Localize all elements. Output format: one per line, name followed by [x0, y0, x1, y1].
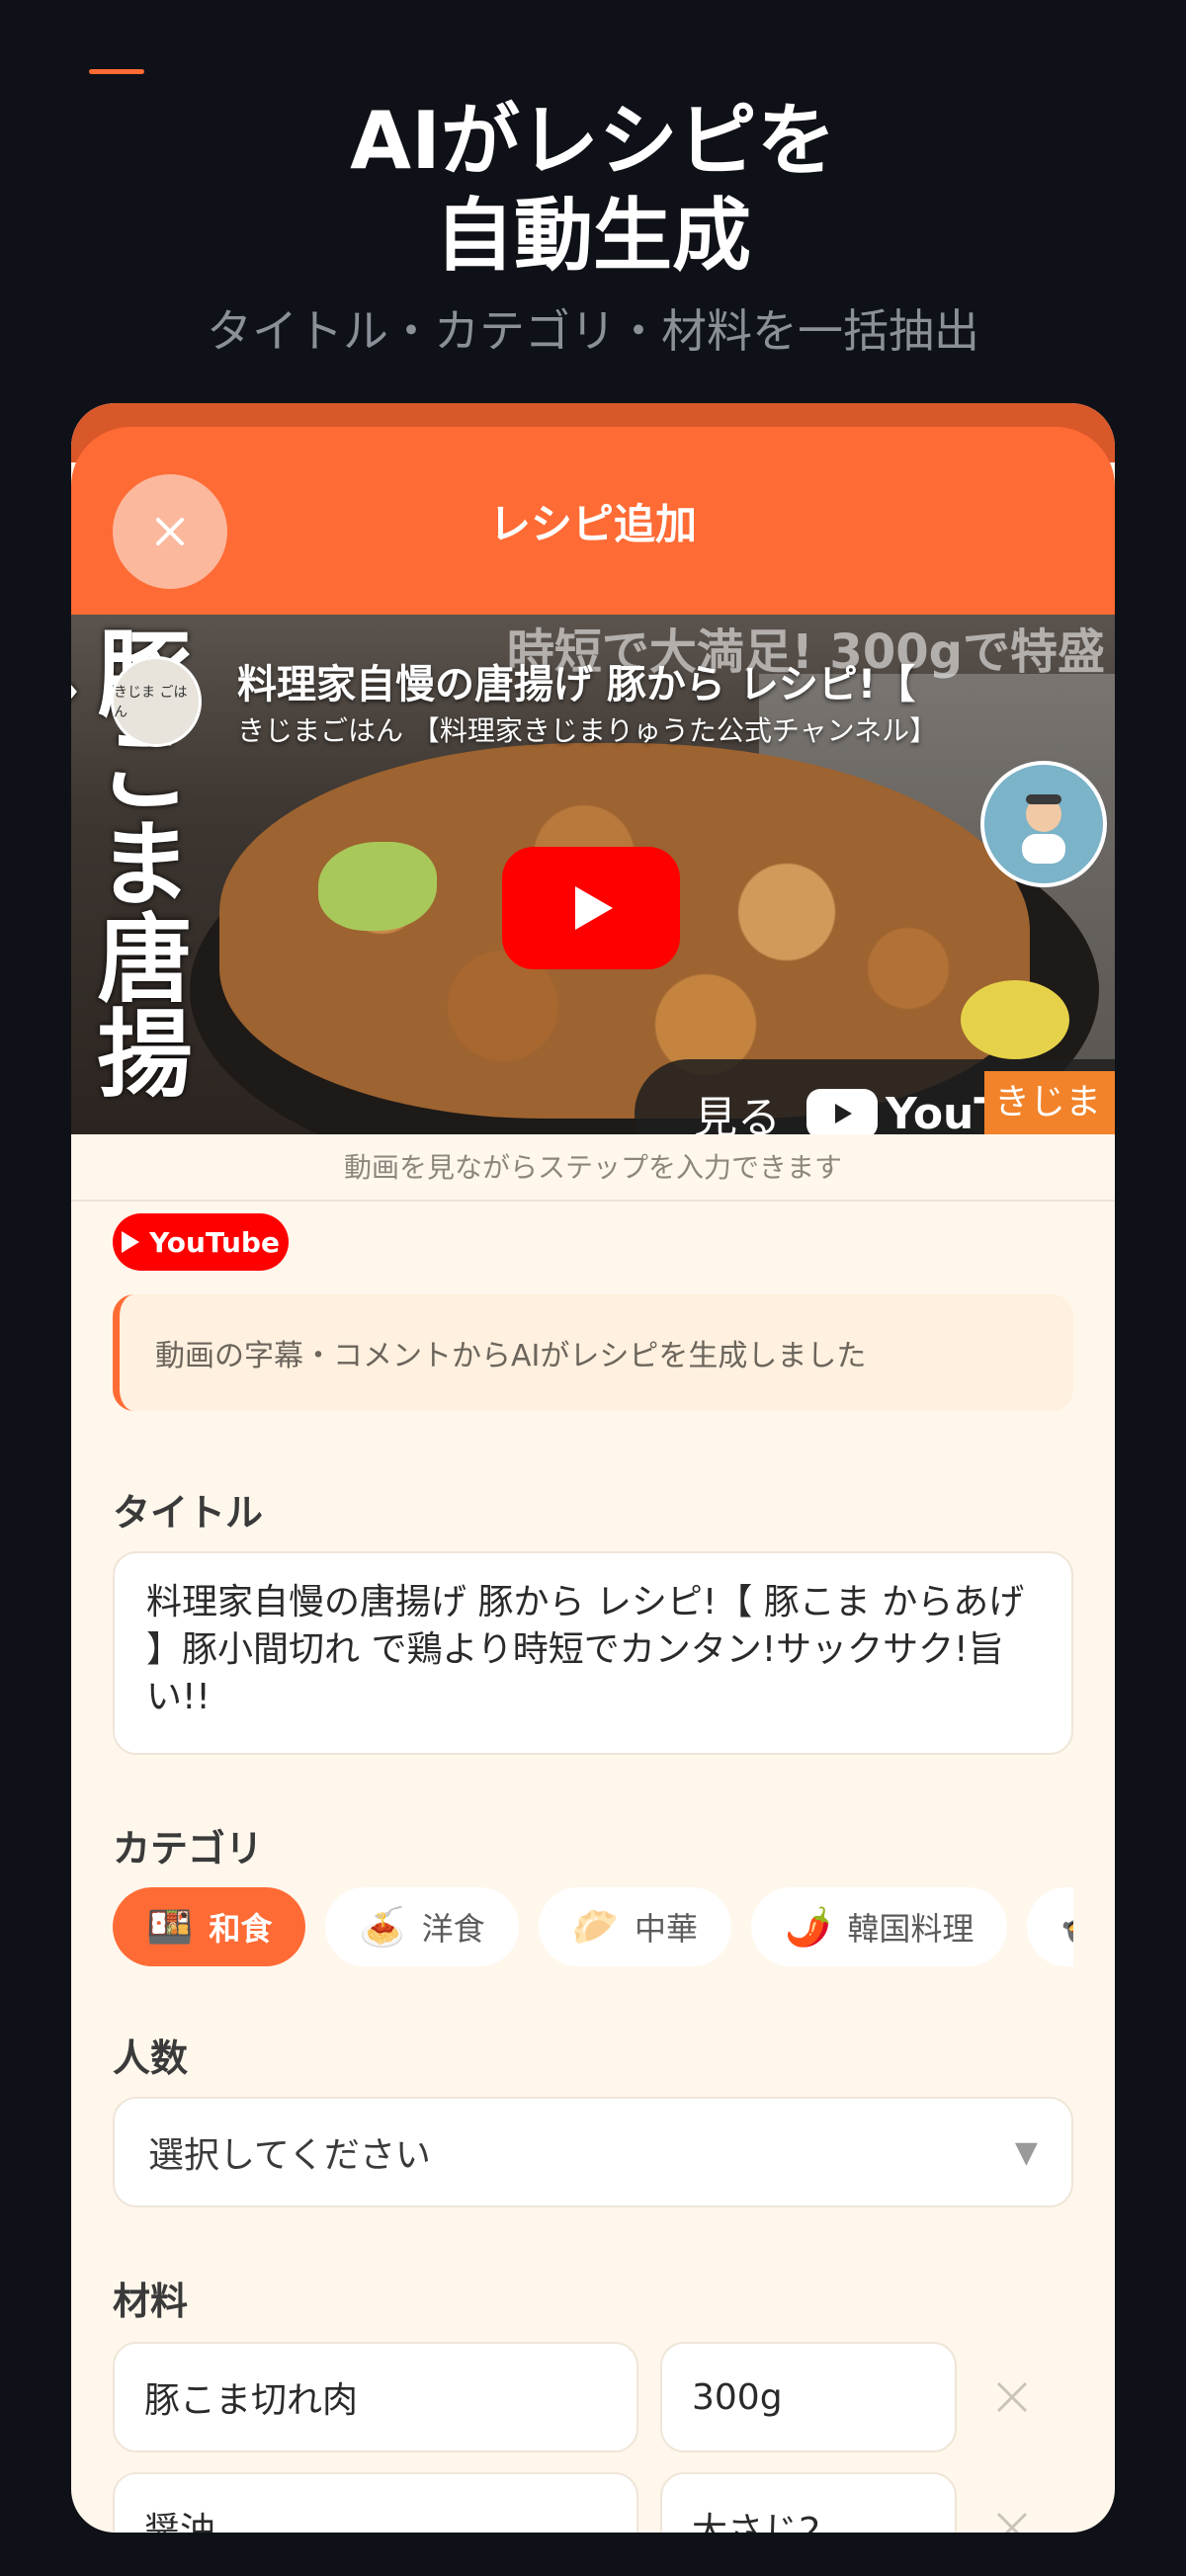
youtube-play-icon: [122, 1231, 140, 1253]
category-chip-label: 洋食: [421, 1910, 485, 1948]
sheet-title: レシピ追加: [488, 499, 697, 548]
close-button[interactable]: [113, 474, 227, 589]
category-chip-chuka[interactable]: 🥟 中華: [538, 1887, 732, 1966]
play-button[interactable]: [502, 847, 680, 969]
thumbnail-lemon: [961, 980, 1069, 1059]
category-chip-korean[interactable]: 🌶️ 韓国料理: [751, 1887, 1008, 1966]
spaghetti-icon: 🍝: [359, 1904, 406, 1949]
bento-icon: 🍱: [146, 1904, 194, 1949]
video-title[interactable]: 料理家自慢の唐揚げ 豚から レシピ!【: [237, 652, 1107, 709]
category-chip-label: 韓国料理: [847, 1910, 974, 1948]
close-icon: [996, 2512, 1028, 2533]
category-label: カテゴリ: [113, 1827, 264, 1870]
watch-label: 見る: [694, 1093, 781, 1134]
hero-title-line1: AIがレシピを: [350, 95, 836, 187]
category-chip-yoshoku[interactable]: 🍝 洋食: [325, 1887, 519, 1966]
category-chips: 🍱 和食 🍝 洋食 🥟 中華 🌶️ 韓国料理 🍲: [113, 1887, 1073, 1970]
video-channel-name: きじまごはん 【料理家きじまりゅうた公式チャンネル】: [237, 714, 938, 747]
play-icon: [575, 886, 613, 930]
title-input[interactable]: 料理家自慢の唐揚げ 豚から レシピ!【 豚こま からあげ 】豚小間切れ で鶏より…: [113, 1551, 1073, 1755]
category-chip-washoku[interactable]: 🍱 和食: [113, 1887, 306, 1966]
youtube-video-player[interactable]: 豚こま唐揚し 時短で大満足! 300gで特盛 きじま ごはん 料理家自慢の唐揚げ…: [71, 615, 1115, 1134]
pot-of-food-icon: 🍲: [1060, 1905, 1073, 1950]
hero-title: AIがレシピを 自動生成: [0, 94, 1186, 284]
source-badge-label: YouTube: [149, 1225, 280, 1259]
hero-subtitle: タイトル・カテゴリ・材料を一括抽出: [207, 304, 979, 358]
ingredient-amount-input[interactable]: 300g: [660, 2342, 957, 2452]
servings-placeholder: 選択してください: [148, 2135, 431, 2176]
category-chip-more[interactable]: 🍲: [1027, 1887, 1073, 1966]
source-badge-youtube: YouTube: [113, 1213, 289, 1271]
servings-select[interactable]: 選択してください ▼: [113, 2097, 1073, 2207]
remove-ingredient-button[interactable]: [982, 2498, 1042, 2533]
thumbnail-lettuce: [318, 842, 437, 931]
hero-title-line2: 自動生成: [435, 190, 751, 282]
dropdown-arrow-icon: ▼: [1014, 2134, 1038, 2170]
title-label: タイトル: [113, 1491, 264, 1535]
close-icon: [996, 2381, 1028, 2413]
ingredient-row: 醤油 大さじ2: [113, 2472, 1101, 2533]
phone-screen: レシピ追加 豚こま唐揚し 時短で大満足! 300gで特盛 きじま ごはん 料理家…: [71, 403, 1115, 2533]
ingredient-name-input[interactable]: 醤油: [113, 2472, 638, 2533]
dumpling-icon: 🥟: [571, 1904, 620, 1949]
chili-pepper-icon: 🌶️: [785, 1904, 832, 1949]
thumbnail-corner-text: きじま: [984, 1071, 1115, 1134]
category-chip-label: 和食: [209, 1910, 273, 1948]
ingredient-row: 豚こま切れ肉 300g: [113, 2342, 1101, 2452]
channel-avatar[interactable]: きじま ごはん: [111, 656, 202, 747]
ingredient-name-input[interactable]: 豚こま切れ肉: [113, 2342, 638, 2452]
ingredient-amount-input[interactable]: 大さじ2: [660, 2472, 957, 2533]
youtube-play-icon: [806, 1089, 878, 1134]
ai-generated-notice: 動画の字幕・コメントからAIがレシピを生成しました: [113, 1294, 1073, 1411]
thumbnail-person-icon: [980, 761, 1107, 887]
remove-ingredient-button[interactable]: [982, 2368, 1042, 2427]
video-hint: 動画を見ながらステップを入力できます: [71, 1134, 1115, 1202]
category-chip-label: 中華: [635, 1910, 699, 1948]
servings-label: 人数: [113, 2036, 189, 2080]
close-icon: [156, 518, 184, 545]
sheet-header: レシピ追加: [71, 427, 1115, 615]
accent-line: [89, 69, 144, 74]
ingredients-label: 材料: [113, 2280, 189, 2323]
